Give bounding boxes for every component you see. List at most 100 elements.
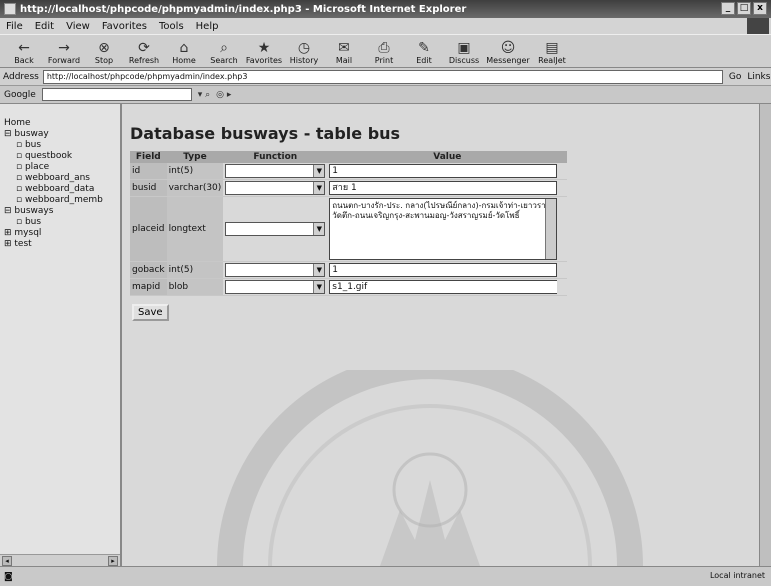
left-horizontal-scrollbar[interactable]: ◂ ▸	[0, 554, 120, 566]
field-name: id	[130, 163, 167, 180]
textarea-scrollbar[interactable]	[545, 199, 557, 259]
messenger-icon: ☺	[500, 40, 516, 56]
address-label: Address	[3, 71, 39, 82]
menu-edit[interactable]: Edit	[35, 21, 54, 32]
nav-db-busways[interactable]: ⊟ busways	[4, 206, 120, 217]
close-icon[interactable]: x	[753, 2, 767, 15]
scroll-right-icon[interactable]: ▸	[108, 556, 118, 566]
messenger-button[interactable]: ☺ Messenger	[484, 35, 532, 67]
nav-table-questbook[interactable]: ▫ questbook	[4, 151, 120, 162]
value-input[interactable]: สาย 1	[329, 181, 558, 195]
realjet-button[interactable]: ▤ RealJet	[532, 35, 572, 67]
status-bar: ◙ Local intranet	[0, 566, 771, 586]
field-name: goback	[130, 261, 167, 279]
refresh-button[interactable]: ⟳ Refresh	[124, 35, 164, 67]
value-textarea[interactable]: ถนนตก-บางรัก-ประ. กลาง(ไปรษณีย์กลาง)-กรม…	[329, 198, 558, 260]
menu-tools[interactable]: Tools	[159, 21, 184, 32]
value-input[interactable]: s1_1.gif	[329, 280, 558, 294]
address-input[interactable]: http://localhost/phpcode/phpmyadmin/inde…	[42, 69, 723, 84]
status-icon: ◙	[4, 571, 13, 582]
header-type: Type	[166, 151, 224, 163]
table-row: id int(5) ▼ 1	[130, 163, 568, 180]
menu-file[interactable]: File	[6, 21, 23, 32]
nav-table-bus[interactable]: ▫ bus	[4, 140, 120, 151]
function-select[interactable]: ▼	[225, 181, 326, 195]
forward-button[interactable]: → Forward	[44, 35, 84, 67]
field-name: placeid	[130, 196, 167, 262]
field-type: int(5)	[166, 261, 224, 279]
google-search-icon[interactable]: ▾ ⌕	[198, 90, 210, 100]
edit-row-table: Field Type Function Value id int(5) ▼ 1 …	[130, 151, 568, 296]
main-vertical-scrollbar[interactable]	[759, 104, 771, 566]
value-input[interactable]: 1	[329, 263, 558, 277]
nav-home[interactable]: Home	[4, 118, 120, 129]
favorites-button[interactable]: ★ Favorites	[244, 35, 284, 67]
chevron-down-icon: ▼	[313, 281, 325, 293]
history-icon: ◷	[297, 40, 311, 56]
zone-indicator: Local intranet	[709, 571, 765, 580]
nav-db-mysql[interactable]: ⊞ mysql	[4, 228, 120, 239]
google-toolbar: Google ▾ ⌕ ◎ ▸	[0, 86, 771, 104]
table-header: Field Type Function Value	[130, 151, 568, 163]
browser-toolbar: ← Back → Forward ⊗ Stop ⟳ Refresh ⌂ Home ⌕ Sea…	[0, 34, 771, 68]
function-select[interactable]: ▼	[225, 222, 326, 236]
google-logo: Google	[4, 89, 36, 100]
scroll-left-icon[interactable]: ◂	[2, 556, 12, 566]
home-button[interactable]: ⌂ Home	[164, 35, 204, 67]
function-select[interactable]: ▼	[225, 263, 326, 277]
google-search-input[interactable]	[41, 88, 192, 101]
table-row: busid varchar(30) ▼ สาย 1	[130, 179, 568, 197]
textarea-text: ถนนตก-บางรัก-ประ. กลาง(ไปรษณีย์กลาง)-กรม…	[332, 201, 554, 220]
maximize-icon[interactable]: □	[737, 2, 751, 15]
nav-table-webboard-ans[interactable]: ▫ webboard_ans	[4, 173, 120, 184]
menu-help[interactable]: Help	[196, 21, 219, 32]
main-frame: Database busways - table bus Field Type …	[122, 104, 771, 566]
field-name: mapid	[130, 278, 167, 296]
nav-table-bus-2[interactable]: ▫ bus	[4, 217, 120, 228]
menu-favorites[interactable]: Favorites	[102, 21, 147, 32]
chevron-down-icon: ▼	[313, 223, 325, 235]
search-button[interactable]: ⌕ Search	[204, 35, 244, 67]
search-icon: ⌕	[220, 40, 228, 56]
header-field: Field	[130, 151, 167, 163]
edit-icon: ✎	[418, 40, 430, 56]
edit-button[interactable]: ✎ Edit	[404, 35, 444, 67]
table-row: placeid longtext ▼ ถนนตก-บางรัก-ประ. กลา…	[130, 196, 568, 262]
function-select[interactable]: ▼	[225, 280, 326, 294]
address-value: http://localhost/phpcode/phpmyadmin/inde…	[46, 72, 248, 81]
nav-table-webboard-memb[interactable]: ▫ webboard_memb	[4, 195, 120, 206]
google-options-icon[interactable]: ◎ ▸	[216, 90, 231, 100]
chevron-down-icon: ▼	[313, 182, 325, 194]
menu-bar: File Edit View Favorites Tools Help	[0, 18, 771, 34]
save-button[interactable]: Save	[132, 304, 169, 321]
window-titlebar: http://localhost/phpcode/phpmyadmin/inde…	[0, 0, 771, 18]
value-input[interactable]: 1	[329, 164, 558, 178]
discuss-button[interactable]: ▣ Discuss	[444, 35, 484, 67]
back-button[interactable]: ← Back	[4, 35, 44, 67]
nav-table-place[interactable]: ▫ place	[4, 162, 120, 173]
menu-view[interactable]: View	[66, 21, 90, 32]
header-value: Value	[327, 151, 568, 163]
chevron-down-icon: ▼	[313, 165, 325, 177]
nav-db-busway[interactable]: ⊟ busway	[4, 129, 120, 140]
field-type: longtext	[166, 196, 224, 262]
nav-table-webboard-data[interactable]: ▫ webboard_data	[4, 184, 120, 195]
table-row: goback int(5) ▼ 1	[130, 261, 568, 279]
minimize-icon[interactable]: _	[721, 2, 735, 15]
home-icon: ⌂	[179, 40, 189, 56]
links-button[interactable]: Links	[747, 72, 770, 82]
chevron-down-icon: ▼	[313, 264, 325, 276]
print-button[interactable]: ⎙ Print	[364, 35, 404, 67]
nav-db-test[interactable]: ⊞ test	[4, 239, 120, 250]
field-type: blob	[166, 278, 224, 296]
windows-logo-icon	[747, 18, 769, 34]
field-type: int(5)	[166, 163, 224, 180]
go-button[interactable]: Go	[729, 72, 741, 82]
function-select[interactable]: ▼	[225, 164, 326, 178]
stop-button[interactable]: ⊗ Stop	[84, 35, 124, 67]
history-button[interactable]: ◷ History	[284, 35, 324, 67]
ie-icon	[4, 3, 16, 15]
mail-button[interactable]: ✉ Mail	[324, 35, 364, 67]
mail-icon: ✉	[338, 40, 350, 56]
realjet-icon: ▤	[545, 40, 559, 56]
